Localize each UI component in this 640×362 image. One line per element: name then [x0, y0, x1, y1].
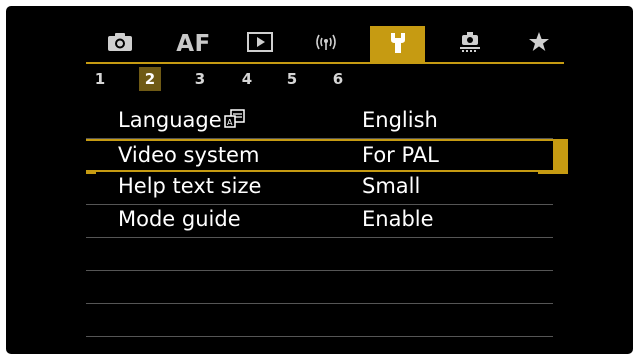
language-icon: A [223, 108, 246, 134]
wireless-icon [313, 32, 339, 56]
page-6[interactable]: 6 [327, 67, 349, 91]
page-2[interactable]: 2 [139, 67, 161, 91]
tab-my-menu[interactable] [511, 26, 566, 62]
menu-item-value: Small [362, 174, 421, 198]
setup-menu-list: Language A English Video system For PAL … [86, 106, 553, 337]
menu-item-value: For PAL [362, 143, 439, 167]
page-selector: 1 2 3 4 5 6 [6, 65, 633, 93]
tab-setup[interactable] [370, 26, 425, 64]
page-5[interactable]: 5 [281, 67, 303, 91]
play-icon [246, 32, 273, 56]
page-3[interactable]: 3 [189, 67, 211, 91]
menu-item-label: Mode guide [118, 207, 241, 231]
star-icon [528, 31, 550, 57]
tab-custom[interactable] [442, 26, 497, 62]
menu-item-language[interactable]: Language A English [86, 106, 553, 139]
menu-item-mode-guide[interactable]: Mode guide Enable [86, 205, 553, 238]
camera-icon [107, 32, 133, 56]
custom-functions-icon [457, 31, 483, 57]
tab-af-label: AF [176, 31, 211, 57]
menu-item-value: English [362, 108, 438, 132]
camera-menu-screen: AF 1 2 3 4 5 6 Language A English Video … [6, 6, 633, 354]
tab-af[interactable]: AF [166, 26, 221, 62]
tab-shooting[interactable] [92, 26, 147, 62]
menu-item-help-text-size[interactable]: Help text size Small [86, 172, 553, 205]
menu-item-empty [86, 238, 553, 271]
menu-item-value: Enable [362, 207, 434, 231]
tab-playback[interactable] [232, 26, 287, 62]
menu-item-label: Help text size [118, 174, 262, 198]
menu-item-label: Video system [118, 143, 260, 167]
tab-underline [86, 62, 564, 64]
menu-tab-bar: AF [6, 6, 633, 64]
tab-wireless[interactable] [298, 26, 353, 62]
menu-item-label: Language A [118, 108, 246, 134]
page-4[interactable]: 4 [236, 67, 258, 91]
menu-item-empty [86, 271, 553, 304]
menu-item-empty [86, 304, 553, 337]
page-1[interactable]: 1 [89, 67, 111, 91]
wrench-icon [387, 31, 409, 59]
svg-text:A: A [227, 118, 233, 127]
menu-item-video-system[interactable]: Video system For PAL [86, 139, 553, 172]
